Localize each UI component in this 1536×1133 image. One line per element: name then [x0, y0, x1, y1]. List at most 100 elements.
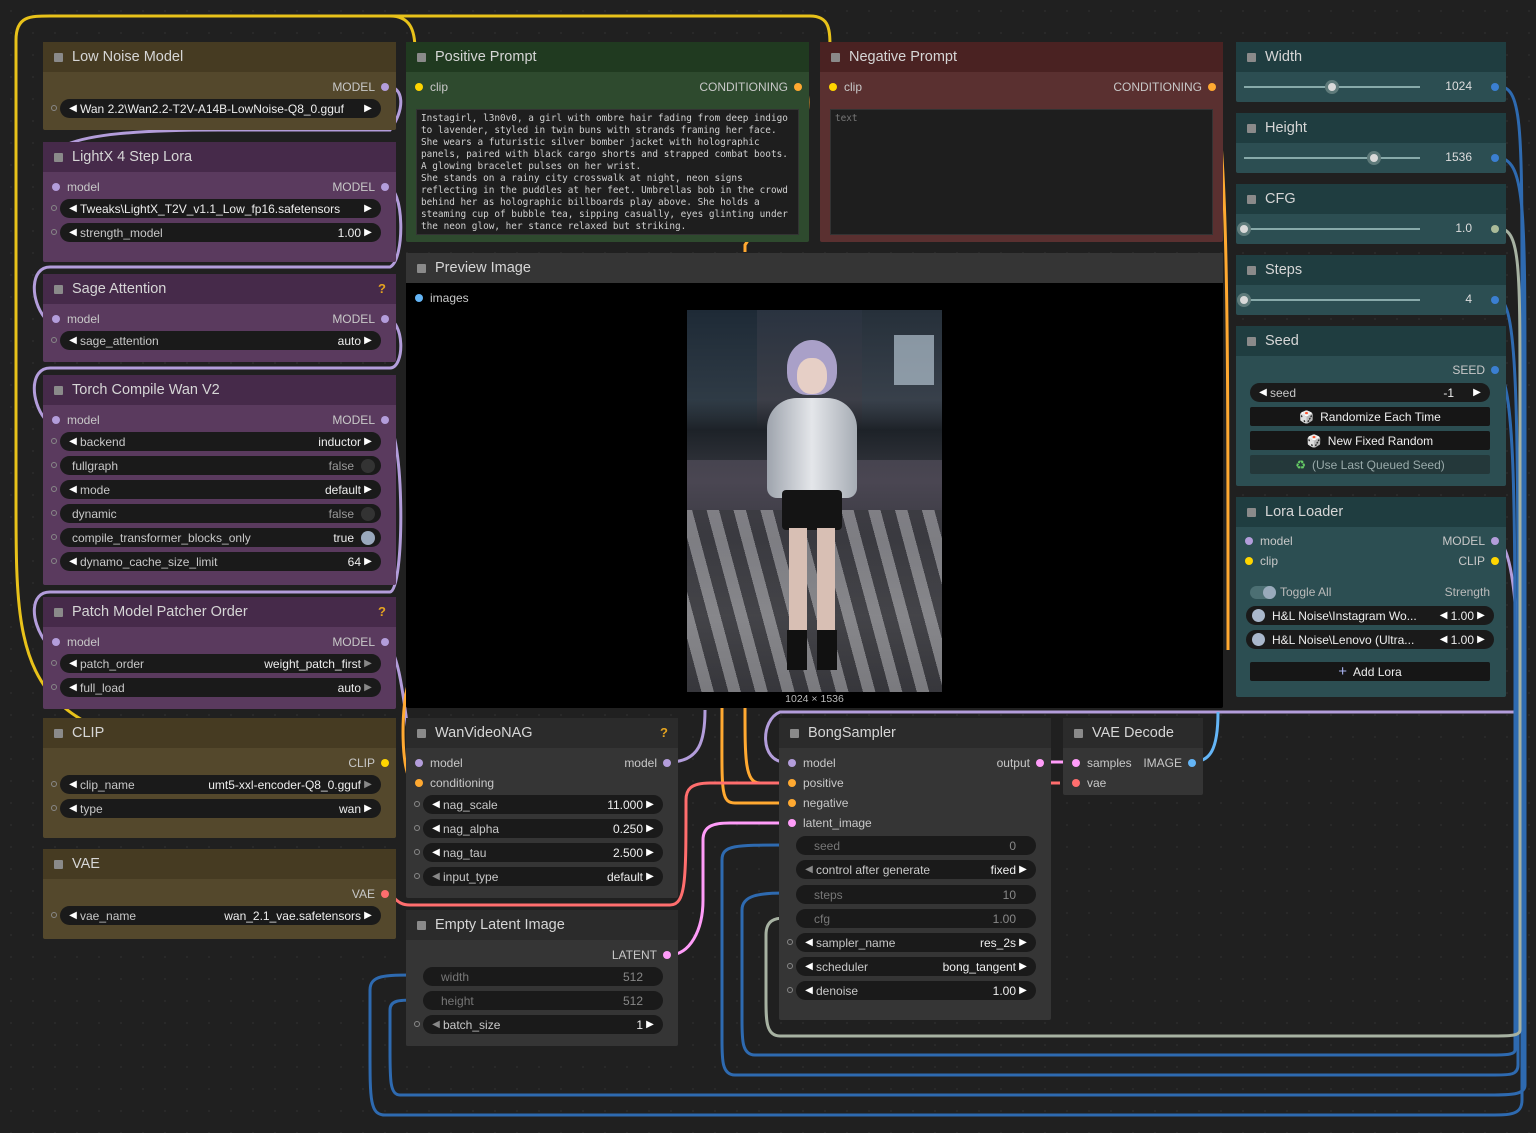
- node-title[interactable]: Positive Prompt: [406, 42, 809, 72]
- height-node[interactable]: Height 1536: [1236, 113, 1506, 173]
- nag-scale-number[interactable]: ◀ nag_scale 11.000 ▶: [414, 795, 663, 814]
- arrow-left-icon[interactable]: ◀: [802, 864, 816, 875]
- toggle-all-switch[interactable]: [1250, 585, 1276, 599]
- arrow-right-icon[interactable]: ▶: [1474, 634, 1488, 645]
- torch-compile-node[interactable]: Torch Compile Wan V2 model MODEL ◀ backen…: [43, 375, 396, 585]
- arrow-left-icon[interactable]: ◀: [802, 937, 816, 948]
- collapse-toggle[interactable]: [1247, 337, 1256, 346]
- model-input[interactable]: model: [52, 412, 100, 428]
- collapse-toggle[interactable]: [1247, 124, 1256, 133]
- node-title[interactable]: Lora Loader: [1236, 497, 1506, 527]
- node-title[interactable]: Patch Model Patcher Order?: [43, 597, 396, 627]
- model-output[interactable]: MODEL: [332, 179, 389, 195]
- collapse-toggle[interactable]: [417, 264, 426, 273]
- new-fixed-random-button[interactable]: 🎲 New Fixed Random: [1250, 431, 1490, 450]
- arrow-left-icon[interactable]: ◀: [66, 682, 80, 693]
- arrow-right-icon[interactable]: ▶: [361, 556, 375, 567]
- arrow-left-icon[interactable]: ◀: [1437, 634, 1451, 645]
- clip-input[interactable]: clip: [1245, 553, 1278, 569]
- negative-prompt-textarea[interactable]: text: [830, 109, 1213, 235]
- strength-model-number[interactable]: ◀ strength_model 1.00 ▶: [51, 223, 381, 242]
- positive-prompt-node[interactable]: Positive Prompt clip CONDITIONING Instag…: [406, 42, 809, 242]
- seed-number[interactable]: ◀ seed -1 ▶: [1250, 383, 1490, 402]
- arrow-right-icon[interactable]: ▶: [361, 910, 375, 921]
- clip-input[interactable]: clip: [829, 79, 862, 95]
- arrow-left-icon[interactable]: ◀: [66, 556, 80, 567]
- node-title[interactable]: Empty Latent Image: [406, 910, 678, 940]
- arrow-right-icon[interactable]: ▶: [361, 682, 375, 693]
- full-load-combo[interactable]: ◀ full_load auto ▶: [51, 678, 381, 697]
- clip-type-combo[interactable]: ◀ type wan ▶: [51, 799, 381, 818]
- clip-loader-node[interactable]: CLIP CLIP ◀ clip_name umt5-xxl-encoder-Q8_…: [43, 718, 396, 838]
- sage-attention-combo[interactable]: ◀ sage_attention auto ▶: [51, 331, 381, 350]
- samples-input[interactable]: samples: [1072, 755, 1132, 771]
- seed-output[interactable]: SEED: [1452, 362, 1499, 378]
- arrow-left-icon[interactable]: ◀: [66, 335, 80, 346]
- node-title[interactable]: Low Noise Model: [43, 42, 396, 72]
- node-title[interactable]: BongSampler: [779, 718, 1051, 748]
- width-node[interactable]: Width 1024: [1236, 42, 1506, 102]
- collapse-toggle[interactable]: [54, 729, 63, 738]
- clip-output[interactable]: CLIP: [348, 755, 389, 771]
- collapse-toggle[interactable]: [1247, 53, 1256, 62]
- arrow-right-icon[interactable]: ▶: [361, 103, 375, 114]
- vae-decode-node[interactable]: VAE Decode samples IMAGE vae: [1063, 718, 1203, 795]
- input-type-combo[interactable]: ◀ input_type default ▶: [414, 867, 663, 886]
- model-output[interactable]: MODEL: [1442, 533, 1499, 549]
- node-title[interactable]: Negative Prompt: [820, 42, 1223, 72]
- arrow-left-icon[interactable]: ◀: [66, 203, 80, 214]
- patch-order-combo[interactable]: ◀ patch_order weight_patch_first ▶: [51, 654, 381, 673]
- latent-height-input[interactable]: height 512: [423, 991, 663, 1010]
- model-output[interactable]: model: [624, 755, 671, 771]
- steps-input[interactable]: steps 10: [796, 885, 1036, 904]
- arrow-right-icon[interactable]: ▶: [1474, 610, 1488, 621]
- fullgraph-toggle[interactable]: fullgraph false: [51, 456, 381, 475]
- int-output[interactable]: [1485, 150, 1499, 166]
- cfg-input[interactable]: cfg 1.00: [796, 909, 1036, 928]
- toggle-on-icon[interactable]: [1252, 633, 1265, 646]
- empty-latent-image-node[interactable]: Empty Latent Image LATENT width 512 heigh…: [406, 910, 678, 1046]
- arrow-left-icon[interactable]: ◀: [802, 961, 816, 972]
- collapse-toggle[interactable]: [1074, 729, 1083, 738]
- unet-name-combo[interactable]: ◀ Wan 2.2\Wan2.2-T2V-A14B-LowNoise-Q8_0.g…: [51, 99, 381, 118]
- vae-name-combo[interactable]: ◀ vae_name wan_2.1_vae.safetensors ▶: [51, 906, 381, 925]
- use-last-queued-seed-button[interactable]: ♻ (Use Last Queued Seed): [1250, 455, 1490, 474]
- arrow-right-icon[interactable]: ▶: [1470, 387, 1484, 398]
- arrow-left-icon[interactable]: ◀: [429, 871, 443, 882]
- negative-input[interactable]: negative: [788, 795, 848, 811]
- lora-loader-node[interactable]: Lora Loader model MODEL clip CLIP Toggle…: [1236, 497, 1506, 697]
- arrow-right-icon[interactable]: ▶: [361, 335, 375, 346]
- vae-output[interactable]: VAE: [352, 886, 389, 902]
- collapse-toggle[interactable]: [1247, 266, 1256, 275]
- collapse-toggle[interactable]: [54, 860, 63, 869]
- model-input[interactable]: model: [52, 311, 100, 327]
- cfg-node[interactable]: CFG 1.0: [1236, 184, 1506, 244]
- sampler-name-combo[interactable]: ◀ sampler_name res_2s ▶: [787, 933, 1036, 952]
- denoise-number[interactable]: ◀ denoise 1.00 ▶: [787, 981, 1036, 1000]
- float-output[interactable]: [1485, 221, 1499, 237]
- output-slot[interactable]: output: [997, 755, 1044, 771]
- dynamic-toggle[interactable]: dynamic false: [51, 504, 381, 523]
- arrow-right-icon[interactable]: ▶: [361, 658, 375, 669]
- int-output[interactable]: [1485, 292, 1499, 308]
- collapse-toggle[interactable]: [1247, 508, 1256, 517]
- randomize-each-time-button[interactable]: 🎲 Randomize Each Time: [1250, 407, 1490, 426]
- toggle-on-icon[interactable]: [1252, 609, 1265, 622]
- arrow-left-icon[interactable]: ◀: [429, 823, 443, 834]
- steps-node[interactable]: Steps 4: [1236, 255, 1506, 315]
- nag-alpha-number[interactable]: ◀ nag_alpha 0.250 ▶: [414, 819, 663, 838]
- arrow-right-icon[interactable]: ▶: [643, 847, 657, 858]
- arrow-right-icon[interactable]: ▶: [643, 1019, 657, 1030]
- model-output[interactable]: MODEL: [332, 634, 389, 650]
- arrow-right-icon[interactable]: ▶: [361, 803, 375, 814]
- model-output[interactable]: MODEL: [332, 311, 389, 327]
- collapse-toggle[interactable]: [831, 53, 840, 62]
- model-output[interactable]: MODEL: [332, 79, 389, 95]
- preview-image[interactable]: [687, 310, 942, 692]
- arrow-left-icon[interactable]: ◀: [66, 436, 80, 447]
- lora-name-combo[interactable]: ◀ Tweaks\LightX_T2V_v1.1_Low_fp16.safeten…: [51, 199, 381, 218]
- latent-width-input[interactable]: width 512: [423, 967, 663, 986]
- collapse-toggle[interactable]: [417, 53, 426, 62]
- bong-sampler-node[interactable]: BongSampler model output positive negati…: [779, 718, 1051, 1020]
- arrow-left-icon[interactable]: ◀: [66, 658, 80, 669]
